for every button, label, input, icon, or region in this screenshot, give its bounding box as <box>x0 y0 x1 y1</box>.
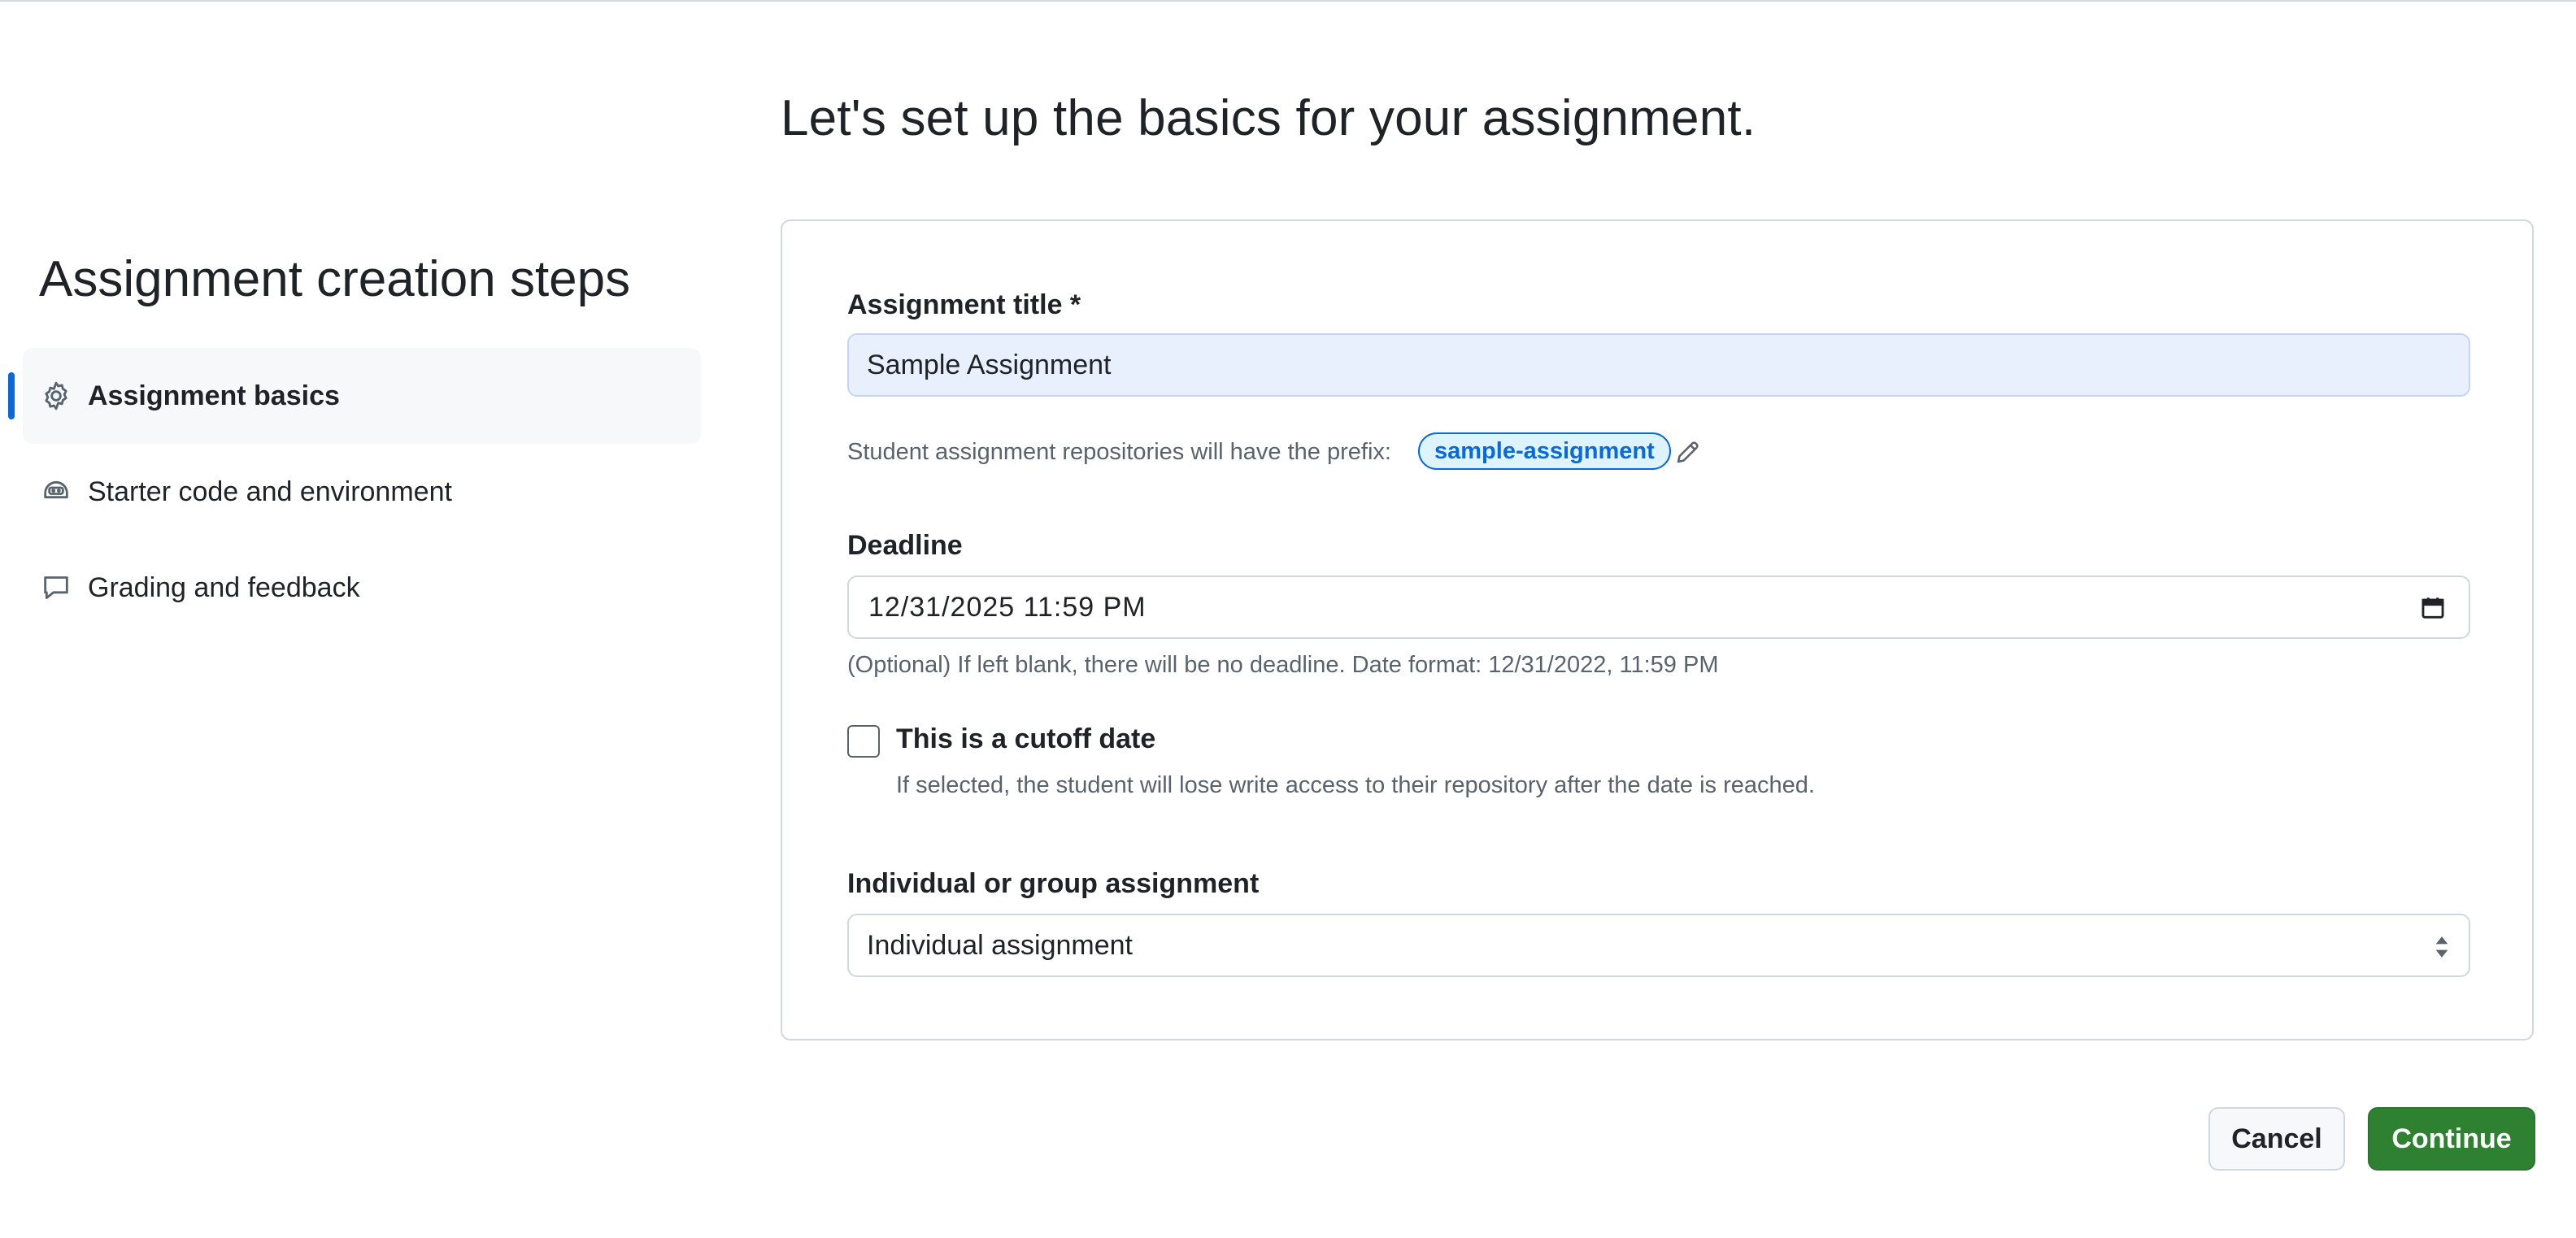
codespaces-icon <box>39 475 73 509</box>
step-label: Assignment basics <box>88 380 340 411</box>
comment-icon <box>39 571 73 605</box>
gear-icon <box>39 379 73 413</box>
cancel-button[interactable]: Cancel <box>2208 1107 2345 1171</box>
assignment-type-select[interactable]: Individual assignment <box>847 914 2470 977</box>
prefix-hint: Student assignment repositories will hav… <box>847 439 1391 465</box>
step-label: Starter code and environment <box>88 476 452 507</box>
assignment-steps-nav: Assignment basics Starter code and envir… <box>8 348 701 636</box>
assignment-title-label: Assignment title * <box>847 289 1081 320</box>
assignment-basics-form: Assignment title * Student assignment re… <box>781 219 2534 1040</box>
cutoff-label: This is a cutoff date <box>896 723 1156 754</box>
calendar-icon[interactable] <box>2417 592 2449 624</box>
page-title: Let's set up the basics for your assignm… <box>781 90 1756 146</box>
step-grading-feedback[interactable]: Grading and feedback <box>23 540 701 636</box>
sidebar-title: Assignment creation steps <box>39 251 631 307</box>
step-starter-code[interactable]: Starter code and environment <box>23 444 701 540</box>
repo-prefix-badge: sample-assignment <box>1418 432 1671 470</box>
step-assignment-basics[interactable]: Assignment basics <box>8 348 701 444</box>
pencil-icon[interactable] <box>1672 436 1704 468</box>
deadline-label: Deadline <box>847 530 963 561</box>
top-border <box>0 0 2576 2</box>
assignment-type-label: Individual or group assignment <box>847 868 1260 899</box>
deadline-value: 12/31/2025 11:59 PM <box>868 591 1147 623</box>
assignment-title-input[interactable] <box>847 333 2470 397</box>
select-arrows-icon <box>2430 933 2454 961</box>
cutoff-hint: If selected, the student will lose write… <box>896 772 1815 798</box>
assignment-type-value: Individual assignment <box>867 929 1133 961</box>
deadline-input[interactable]: 12/31/2025 11:59 PM <box>847 576 2470 639</box>
continue-button[interactable]: Continue <box>2368 1107 2535 1171</box>
step-label: Grading and feedback <box>88 571 360 603</box>
cutoff-checkbox[interactable] <box>847 725 880 758</box>
deadline-hint: (Optional) If left blank, there will be … <box>847 652 1719 678</box>
